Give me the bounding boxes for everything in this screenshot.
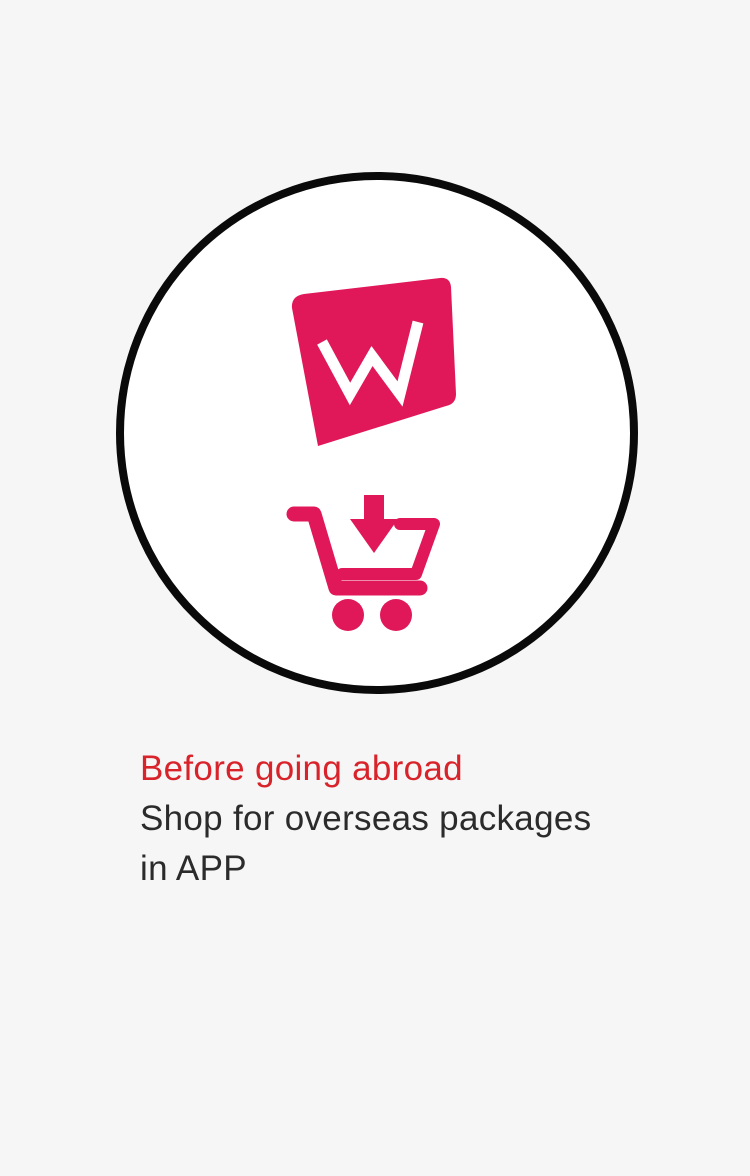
w-app-logo-icon [291, 277, 456, 446]
caption-line-2: in APP [140, 849, 247, 888]
cart-download-icon [286, 495, 440, 631]
caption-block: Before going abroad Shop for overseas pa… [140, 744, 720, 894]
caption-line-1: Shop for overseas packages [140, 799, 592, 838]
caption-headline: Before going abroad [140, 749, 463, 788]
